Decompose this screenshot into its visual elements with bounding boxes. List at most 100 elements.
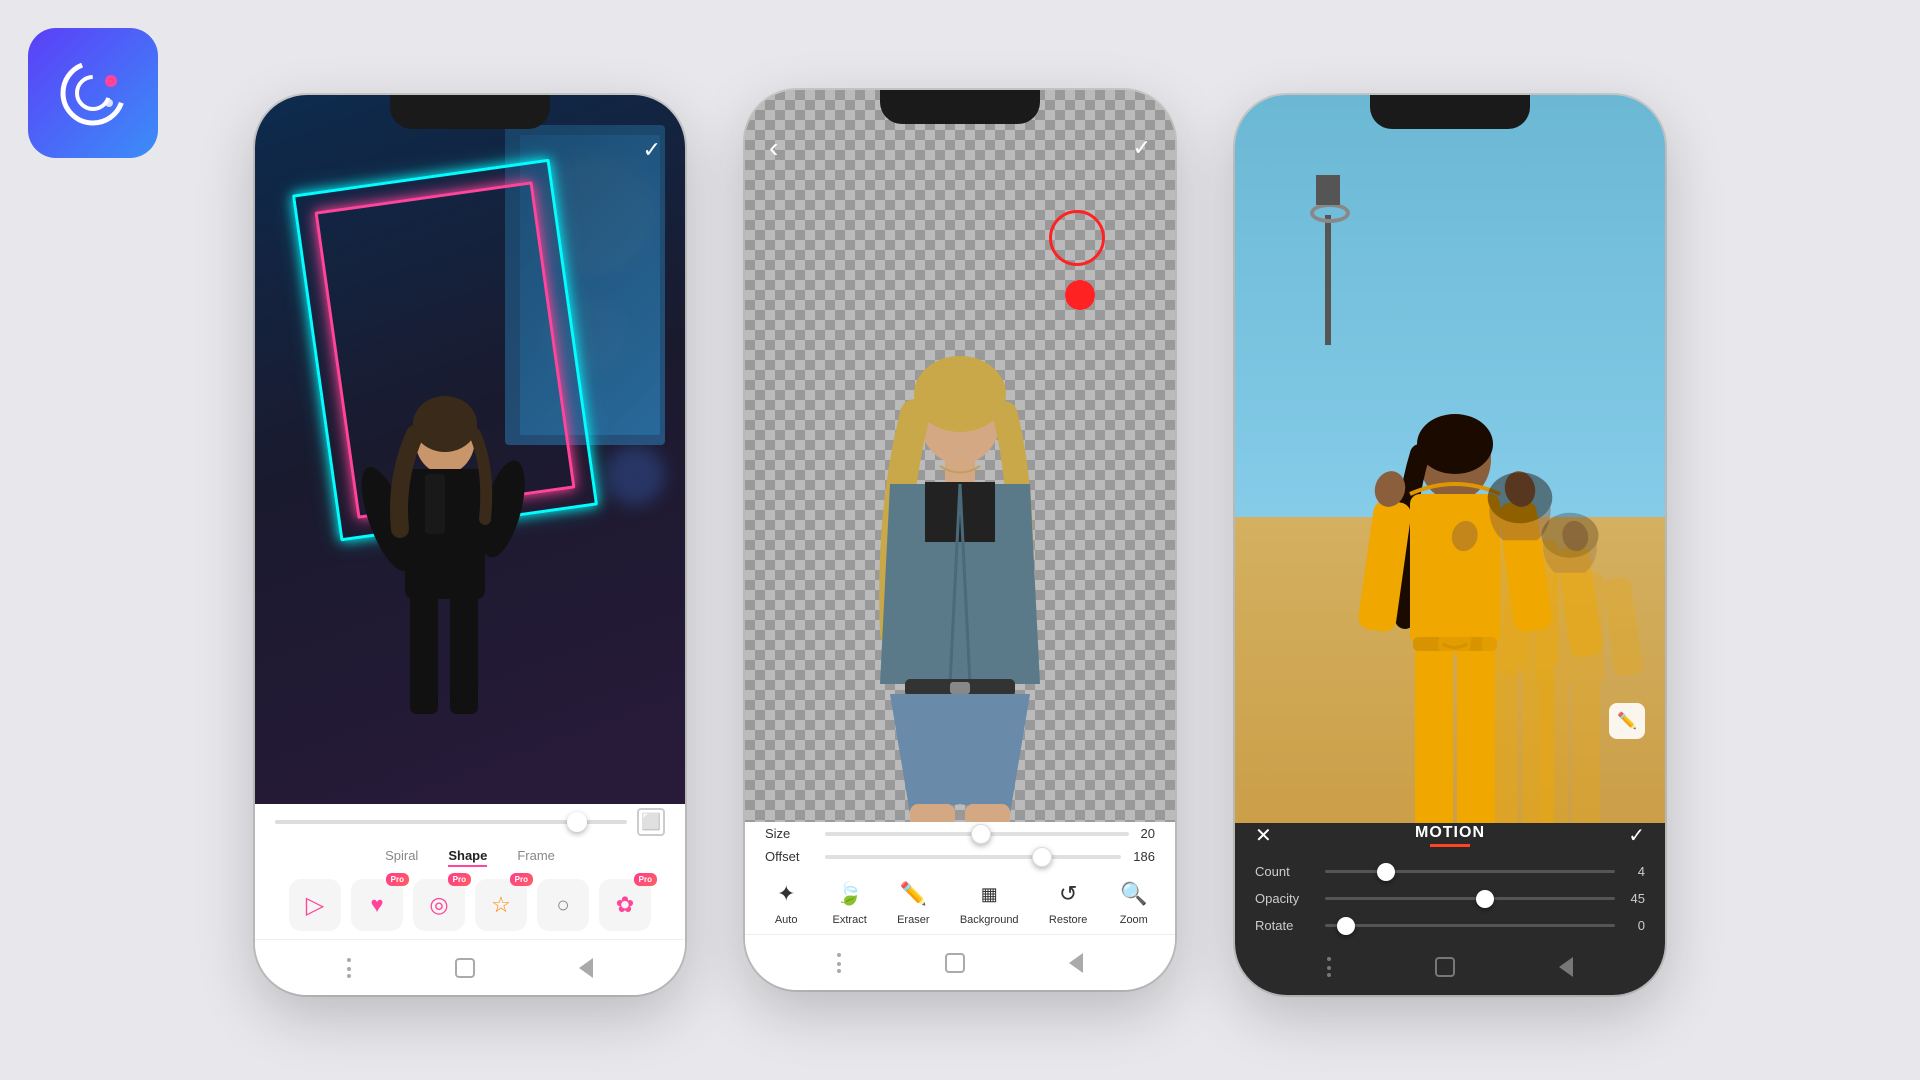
- offset-slider-track[interactable]: [825, 855, 1121, 859]
- phone-2-controls: Size 20 Offset 186 ✦ Au: [745, 822, 1175, 934]
- size-label: Size: [765, 826, 825, 841]
- app-icon[interactable]: [28, 28, 158, 158]
- phone-1-slider-row: ⬜: [255, 804, 685, 844]
- home-button-1[interactable]: [455, 958, 475, 978]
- eraser-circle-outline: [1049, 210, 1105, 266]
- size-slider-row: Size 20: [745, 822, 1175, 845]
- count-slider-row: Count 4: [1235, 858, 1665, 885]
- tool-extract[interactable]: 🍃 Extract: [833, 878, 867, 926]
- size-thumb[interactable]: [971, 824, 991, 844]
- phone-3-notch: [1370, 95, 1530, 129]
- phone-2-header: ‹ ✓: [745, 124, 1175, 172]
- extract-label: Extract: [833, 914, 867, 926]
- phone-3-screen: ✏️: [1235, 95, 1665, 939]
- home-bar-lines: [347, 958, 351, 978]
- hoop-board: [1316, 175, 1340, 205]
- home-button-2[interactable]: [945, 953, 965, 973]
- phone-2-notch: [880, 90, 1040, 124]
- offset-value: 186: [1133, 849, 1155, 864]
- tab-spiral[interactable]: Spiral: [385, 848, 418, 867]
- motion-close-button[interactable]: ✕: [1255, 823, 1272, 848]
- phone-1-shapes: ▷ ♥ Pro ◎ Pro ☆ Pro ○ ✿ Pro: [255, 875, 685, 939]
- tool-eraser[interactable]: ✏️ Eraser: [897, 878, 929, 926]
- phone-1-slider-fill: [275, 820, 574, 824]
- shape-flower[interactable]: ✿ Pro: [599, 879, 651, 931]
- offset-label: Offset: [765, 849, 825, 864]
- tool-auto[interactable]: ✦ Auto: [770, 878, 802, 926]
- opacity-slider-track[interactable]: [1325, 897, 1615, 900]
- back-icon-2[interactable]: ‹: [769, 132, 778, 164]
- back-button-3[interactable]: [1559, 957, 1573, 977]
- background-label: Background: [960, 914, 1019, 926]
- rotate-thumb[interactable]: [1337, 917, 1355, 935]
- check-icon-2[interactable]: ✓: [1133, 135, 1151, 161]
- motion-underline: [1430, 844, 1470, 847]
- rotate-slider-row: Rotate 0: [1235, 912, 1665, 939]
- home-button-3[interactable]: [1435, 957, 1455, 977]
- pro-badge-circle: Pro: [448, 873, 471, 886]
- phone-2-home-bar: [745, 934, 1175, 990]
- opacity-slider-row: Opacity 45: [1235, 885, 1665, 912]
- phone-1-home-bar: [255, 939, 685, 995]
- pro-badge-star: Pro: [510, 873, 533, 886]
- eraser-tool-icon[interactable]: ✏️: [1609, 703, 1645, 739]
- pro-badge-heart: Pro: [386, 873, 409, 886]
- pro-badge-flower: Pro: [634, 873, 657, 886]
- tool-restore[interactable]: ↺ Restore: [1049, 878, 1088, 926]
- zoom-icon: 🔍: [1118, 878, 1150, 910]
- offset-thumb[interactable]: [1032, 847, 1052, 867]
- phone-1: ✓ ⬜ Spiral Shape Frame ▷: [255, 95, 685, 995]
- tool-zoom[interactable]: 🔍 Zoom: [1118, 878, 1150, 926]
- phone-1-notch: [390, 95, 550, 129]
- zoom-label: Zoom: [1120, 914, 1148, 926]
- tab-frame[interactable]: Frame: [517, 848, 555, 867]
- count-thumb[interactable]: [1377, 863, 1395, 881]
- phone-2-screen: ‹ ✓: [745, 90, 1175, 934]
- phone-3: ✏️ ✕ MOTION ✓ Count 4: [1235, 95, 1665, 995]
- tab-shape[interactable]: Shape: [448, 848, 487, 867]
- restore-label: Restore: [1049, 914, 1088, 926]
- motion-check-button[interactable]: ✓: [1628, 823, 1645, 848]
- offset-fill: [825, 855, 1038, 859]
- motion-title-container: MOTION: [1415, 824, 1485, 847]
- background-icon: ▦: [973, 878, 1005, 910]
- offset-slider-row: Offset 186: [745, 845, 1175, 868]
- auto-label: Auto: [775, 914, 798, 926]
- shape-star[interactable]: ☆ Pro: [475, 879, 527, 931]
- phone-1-controls: ⬜ Spiral Shape Frame ▷ ♥ Pro ◎ Pro: [255, 804, 685, 939]
- home-bar-lines-2: [837, 953, 841, 973]
- rotate-slider-track[interactable]: [1325, 924, 1615, 927]
- motion-title: MOTION: [1415, 824, 1485, 842]
- phone-1-slider-thumb[interactable]: [567, 812, 587, 832]
- phone-3-image: ✏️: [1235, 95, 1665, 939]
- opacity-thumb[interactable]: [1476, 890, 1494, 908]
- phone-2-bg: ‹ ✓: [745, 90, 1175, 934]
- opacity-value: 45: [1615, 891, 1645, 906]
- rotate-value: 0: [1615, 918, 1645, 933]
- eraser-label: Eraser: [897, 914, 929, 926]
- back-button-2[interactable]: [1069, 953, 1083, 973]
- opacity-label: Opacity: [1255, 891, 1325, 906]
- count-value: 4: [1615, 864, 1645, 879]
- hoop-ring: [1310, 203, 1350, 223]
- tool-background[interactable]: ▦ Background: [960, 878, 1019, 926]
- phone-1-slider-track[interactable]: [275, 820, 627, 824]
- back-button-1[interactable]: [579, 958, 593, 978]
- phone-1-tabs: Spiral Shape Frame: [255, 844, 685, 875]
- eraser-dot: [1065, 280, 1095, 310]
- phone-3-home-bar: [1235, 939, 1665, 995]
- shape-heart[interactable]: ♥ Pro: [351, 879, 403, 931]
- restore-icon: ↺: [1052, 878, 1084, 910]
- woman-figure-1: [315, 379, 575, 779]
- motion-controls: ✕ MOTION ✓ Count 4 Opacity: [1235, 823, 1665, 939]
- check-icon-1[interactable]: ✓: [643, 137, 661, 163]
- count-slider-track[interactable]: [1325, 870, 1615, 873]
- motion-header: ✕ MOTION ✓: [1235, 823, 1665, 858]
- eraser-icon: ⬜: [637, 808, 665, 836]
- scene: ✓ ⬜ Spiral Shape Frame ▷: [0, 0, 1920, 1080]
- shape-ring[interactable]: ○: [537, 879, 589, 931]
- shape-circle-outline[interactable]: ◎ Pro: [413, 879, 465, 931]
- size-slider-track[interactable]: [825, 832, 1129, 836]
- phone-1-header: ✓: [255, 129, 685, 171]
- shape-play[interactable]: ▷: [289, 879, 341, 931]
